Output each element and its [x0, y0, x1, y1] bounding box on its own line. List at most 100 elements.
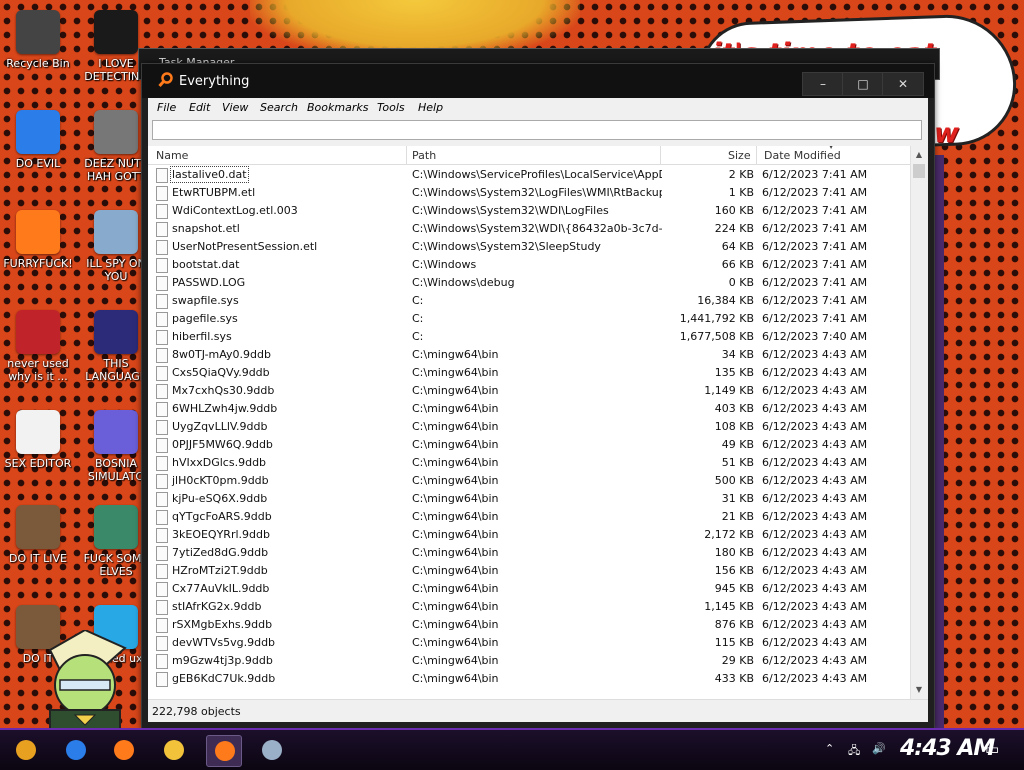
- close-button[interactable]: ✕: [882, 72, 924, 96]
- file-row[interactable]: EtwRTUBPM.etl C:\Windows\System32\LogFile…: [148, 183, 910, 201]
- volume-icon[interactable]: 🔊: [872, 742, 886, 755]
- minimize-button[interactable]: –: [802, 72, 844, 96]
- menu-search[interactable]: Search: [260, 101, 298, 114]
- file-row[interactable]: 7ytiZed8dG.9ddb C:\mingw64\bin 180 KB 6/12/…: [148, 543, 910, 561]
- vertical-scrollbar[interactable]: ▲ ▼: [910, 146, 928, 699]
- file-row[interactable]: lastalive0.dat C:\Windows\ServiceProfiles…: [148, 165, 910, 183]
- file-icon: [156, 222, 168, 237]
- file-date-modified: 6/12/2023 7:41 AM: [762, 204, 868, 217]
- desktop-icon-label: THIS LANGUAGE: [85, 357, 147, 383]
- menu-tools[interactable]: Tools: [377, 101, 405, 114]
- file-row[interactable]: UygZqvLLlV.9ddb C:\mingw64\bin 108 KB 6/12/…: [148, 417, 910, 435]
- taskbar: ⌃ 🖧 🔊 4:43 AM ▭: [0, 728, 1024, 770]
- file-row[interactable]: hVIxxDGlcs.9ddb C:\mingw64\bin 51 KB 6/12/2…: [148, 453, 910, 471]
- file-row[interactable]: bootstat.dat C:\Windows 66 KB 6/12/2023 7:4…: [148, 255, 910, 273]
- everything-search-icon: [158, 72, 173, 88]
- file-icon: [156, 330, 168, 345]
- file-row[interactable]: pagefile.sys C: 1,441,792 KB 6/12/2023 7:41…: [148, 309, 910, 327]
- menu-help[interactable]: Help: [418, 101, 443, 114]
- menu-edit[interactable]: Edit: [189, 101, 210, 114]
- taskbar-button[interactable]: [254, 735, 288, 765]
- file-row[interactable]: UserNotPresentSession.etl C:\Windows\Syst…: [148, 237, 910, 255]
- desktop-icon[interactable]: Recycle Bin: [2, 10, 74, 70]
- menu-bookmarks[interactable]: Bookmarks: [307, 101, 368, 114]
- taskbar-button[interactable]: [206, 735, 242, 767]
- maximize-button[interactable]: □: [842, 72, 884, 96]
- file-path: C:\mingw64\bin: [412, 348, 499, 361]
- file-size: 1,149 KB: [704, 384, 754, 397]
- file-date-modified: 6/12/2023 4:43 AM: [762, 492, 868, 505]
- file-icon: [156, 258, 168, 273]
- file-size: 433 KB: [714, 672, 754, 685]
- file-row[interactable]: m9Gzw4tj3p.9ddb C:\mingw64\bin 29 KB 6/12/2…: [148, 651, 910, 669]
- file-row[interactable]: devWTVs5vg.9ddb C:\mingw64\bin 115 KB 6/12/…: [148, 633, 910, 651]
- column-divider[interactable]: [660, 146, 661, 164]
- title-bar[interactable]: Everything – □ ✕: [142, 64, 934, 98]
- column-size[interactable]: Size: [728, 149, 751, 162]
- window-title: Everything: [179, 74, 250, 89]
- menu-view[interactable]: View: [222, 101, 248, 114]
- file-row[interactable]: 0PJJF5MW6Q.9ddb C:\mingw64\bin 49 KB 6/12/2…: [148, 435, 910, 453]
- desktop-icon[interactable]: FURRYFUCK!: [2, 210, 74, 270]
- column-header: Name Path Size Date Modified ▼: [148, 146, 910, 165]
- file-name: hiberfil.sys: [172, 330, 232, 343]
- file-date-modified: 6/12/2023 7:41 AM: [762, 276, 868, 289]
- file-name: swapfile.sys: [172, 294, 239, 307]
- file-row[interactable]: qYTgcFoARS.9ddb C:\mingw64\bin 21 KB 6/12/2…: [148, 507, 910, 525]
- file-row[interactable]: PASSWD.LOG C:\Windows\debug 0 KB 6/12/2023 …: [148, 273, 910, 291]
- desktop-icon[interactable]: DO IT LIVE: [2, 505, 74, 565]
- scrollbar-thumb[interactable]: [913, 164, 925, 178]
- file-path: C:\Windows\debug: [412, 276, 515, 289]
- devcpp-icon: [16, 310, 60, 354]
- taskbar-button[interactable]: [8, 735, 42, 765]
- file-icon: [156, 672, 168, 687]
- file-row[interactable]: Cx77AuVkIL.9ddb C:\mingw64\bin 945 KB 6/12/…: [148, 579, 910, 597]
- file-name: 7ytiZed8dG.9ddb: [172, 546, 269, 559]
- menu-file[interactable]: File: [157, 101, 176, 114]
- file-row[interactable]: 6WHLZwh4jw.9ddb C:\mingw64\bin 403 KB 6/12/…: [148, 399, 910, 417]
- network-icon[interactable]: 🖧: [848, 742, 860, 761]
- tray-chevron-icon[interactable]: ⌃: [825, 742, 834, 755]
- file-row[interactable]: rSXMgbExhs.9ddb C:\mingw64\bin 876 KB 6/12/…: [148, 615, 910, 633]
- file-size: 1,677,508 KB: [679, 330, 754, 343]
- column-divider[interactable]: [406, 146, 407, 164]
- file-row[interactable]: Mx7cxhQs30.9ddb C:\mingw64\bin 1,149 KB 6/1…: [148, 381, 910, 399]
- file-row[interactable]: 3kEOEQYRrl.9ddb C:\mingw64\bin 2,172 KB 6/1…: [148, 525, 910, 543]
- desktop-icon[interactable]: never used why is it ...: [2, 310, 74, 383]
- file-date-modified: 6/12/2023 4:43 AM: [762, 402, 868, 415]
- clock[interactable]: 4:43 AM: [900, 736, 995, 761]
- file-row[interactable]: snapshot.etl C:\Windows\System32\WDI\{864…: [148, 219, 910, 237]
- file-name: Cx77AuVkIL.9ddb: [172, 582, 270, 595]
- taskbar-button[interactable]: [156, 735, 190, 765]
- file-row[interactable]: kjPu-eSQ6X.9ddb C:\mingw64\bin 31 KB 6/12/2…: [148, 489, 910, 507]
- file-row[interactable]: HZroMTzi2T.9ddb C:\mingw64\bin 156 KB 6/12/…: [148, 561, 910, 579]
- search-input[interactable]: [152, 120, 922, 140]
- column-name[interactable]: Name: [156, 149, 188, 162]
- file-name: qYTgcFoARS.9ddb: [172, 510, 272, 523]
- file-date-modified: 6/12/2023 4:43 AM: [762, 348, 868, 361]
- file-row[interactable]: swapfile.sys C: 16,384 KB 6/12/2023 7:41 AM: [148, 291, 910, 309]
- column-divider[interactable]: [756, 146, 757, 164]
- file-row[interactable]: gEB6KdC7Uk.9ddb C:\mingw64\bin 433 KB 6/12/…: [148, 669, 910, 687]
- taskbar-button[interactable]: [58, 735, 92, 765]
- scroll-down-arrow-icon[interactable]: ▼: [913, 683, 925, 697]
- file-size: 108 KB: [714, 420, 754, 433]
- desktop-icon[interactable]: DO EVIL: [2, 110, 74, 170]
- taskbar-button[interactable]: [106, 735, 140, 765]
- go-icon: [94, 310, 138, 354]
- file-size: 1,441,792 KB: [679, 312, 754, 325]
- desktop-icon[interactable]: SEX EDITOR: [2, 410, 74, 470]
- file-icon: [156, 348, 168, 363]
- file-row[interactable]: 8w0TJ-mAy0.9ddb C:\mingw64\bin 34 KB 6/12/2…: [148, 345, 910, 363]
- file-name: kjPu-eSQ6X.9ddb: [172, 492, 268, 505]
- file-row[interactable]: hiberfil.sys C: 1,677,508 KB 6/12/2023 7:40…: [148, 327, 910, 345]
- file-row[interactable]: stIAfrKG2x.9ddb C:\mingw64\bin 1,145 KB 6/1…: [148, 597, 910, 615]
- scroll-up-arrow-icon[interactable]: ▲: [913, 148, 925, 162]
- column-date-modified[interactable]: Date Modified: [764, 149, 841, 162]
- file-row[interactable]: jlH0cKT0pm.9ddb C:\mingw64\bin 500 KB 6/12/…: [148, 471, 910, 489]
- file-date-modified: 6/12/2023 4:43 AM: [762, 528, 868, 541]
- notifications-icon[interactable]: ▭: [985, 740, 999, 758]
- file-row[interactable]: WdiContextLog.etl.003 C:\Windows\System32…: [148, 201, 910, 219]
- file-row[interactable]: Cxs5QiaQVy.9ddb C:\mingw64\bin 135 KB 6/12/…: [148, 363, 910, 381]
- column-path[interactable]: Path: [412, 149, 436, 162]
